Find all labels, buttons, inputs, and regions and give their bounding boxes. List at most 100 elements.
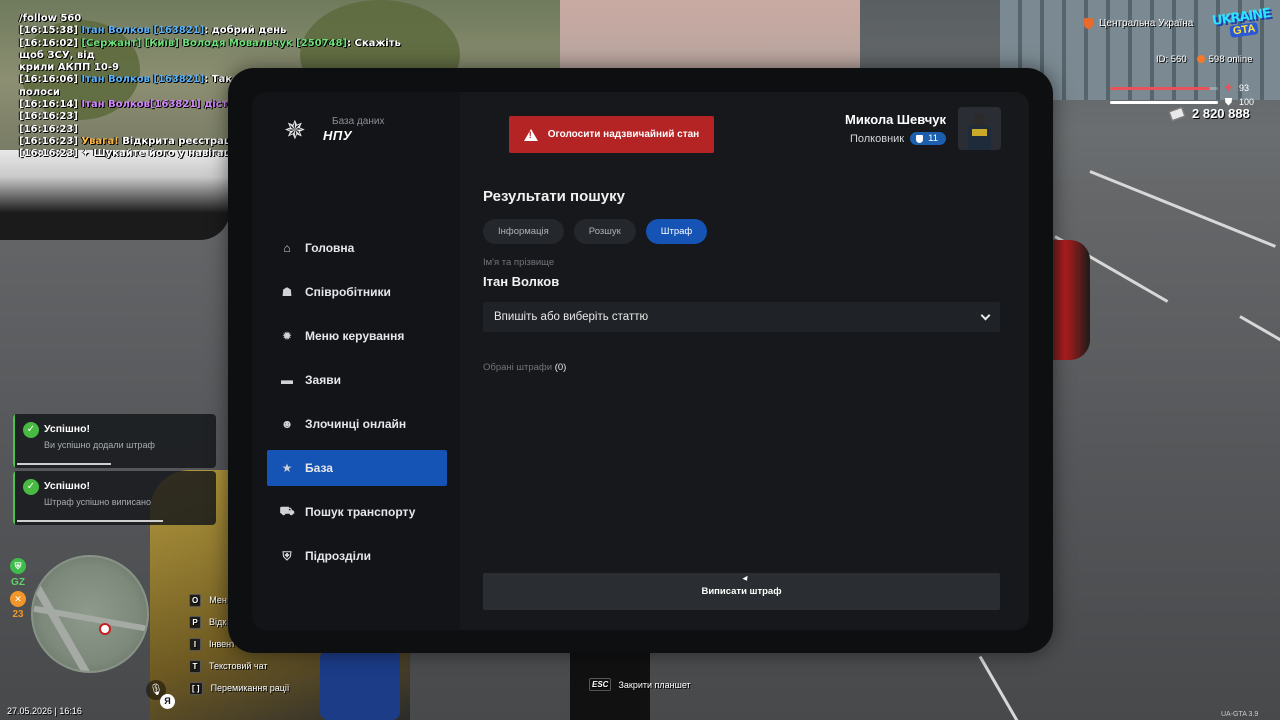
article-select[interactable]: Впишіть або виберіть статтю xyxy=(483,302,1000,332)
key-cap: P xyxy=(189,615,201,629)
shield-icon: ⛨ xyxy=(282,548,292,563)
region-name: Центральна Україна xyxy=(1099,18,1194,29)
brand-subtitle: База даних xyxy=(332,116,385,127)
sidebar-item-label: Заяви xyxy=(305,373,341,387)
server-logo: UKRAINE GTA xyxy=(1211,6,1271,40)
minimap-player-icon xyxy=(99,623,111,635)
health-row: ✚ 93 xyxy=(1110,81,1260,95)
gear-icon: ✹ xyxy=(281,329,293,343)
chat-segment: крили АКПП 10-9 xyxy=(19,62,119,74)
sidebar-item-staff[interactable]: ☗ Співробітники xyxy=(267,274,447,310)
key-cap: T xyxy=(189,659,201,673)
language-indicator: Я xyxy=(160,694,175,709)
chat-segment: Увага! xyxy=(81,135,123,147)
check-icon: ✓ xyxy=(23,479,39,495)
player-id: ID: 560 xyxy=(1156,54,1187,65)
mask-icon: ☻ xyxy=(280,417,294,431)
declare-emergency-button[interactable]: Оголосити надзвичайний стан xyxy=(509,116,714,153)
chevron-down-icon xyxy=(980,310,991,320)
id-online-line: ID: 560 598 online xyxy=(1156,54,1253,65)
key-cap: I xyxy=(189,637,201,651)
chat-segment: [16:16:23] xyxy=(19,135,82,147)
avatar-head xyxy=(974,114,985,126)
sidebar-item-units[interactable]: ⛨ Підрозділи xyxy=(267,538,447,574)
user-rank-row: Полковник 11 xyxy=(845,132,946,145)
tab-1[interactable]: Розшук xyxy=(573,219,636,244)
notification-title: Успішно! xyxy=(44,480,90,492)
sidebar-item-requests[interactable]: ▬ Заяви xyxy=(267,362,447,398)
sidebar-item-vehicles[interactable]: ⛟ Пошук транспорту xyxy=(267,494,447,530)
check-icon: ✓ xyxy=(23,422,39,438)
folder-icon: ▬ xyxy=(281,373,293,387)
armor-track xyxy=(1110,100,1218,104)
health-value: 93 xyxy=(1239,83,1250,93)
results-title: Результати пошуку xyxy=(483,188,625,205)
blue-object xyxy=(320,650,400,720)
notification-toast: ✓ Успішно! Штраф успішно виписано xyxy=(13,471,216,525)
shield-status-icon: ⛨ xyxy=(10,558,26,574)
chat-segment: [Сержант] [Київ] Володя Мовальчук [25074… xyxy=(81,37,347,49)
gz-label: GZ xyxy=(11,577,25,588)
side-status: ⛨ GZ ✕ 23 xyxy=(9,558,27,620)
sidebar-item-label: Пошук транспорту xyxy=(305,505,416,519)
notification-title: Успішно! xyxy=(44,423,90,435)
date-time: 27.05.2026 | 16:16 xyxy=(7,706,82,716)
logo-bottom-text: GTA xyxy=(1229,22,1260,38)
notification-toast: ✓ Успішно! Ви успішно додали штраф xyxy=(13,414,216,468)
key-cap: O xyxy=(189,593,202,607)
esc-hint: ESC Закрити планшет xyxy=(589,678,691,691)
selected-fines-label: Обрані штрафи xyxy=(483,362,553,373)
emergency-label: Оголосити надзвичайний стан xyxy=(547,129,700,140)
region-indicator: Центральна Україна xyxy=(1084,18,1193,29)
chat-segment: [16:15:38] xyxy=(19,25,82,37)
wanted-icon: ✕ xyxy=(10,591,26,607)
notification-progress xyxy=(17,463,111,465)
tab-0[interactable]: Інформація xyxy=(483,219,564,244)
sidebar-item-base[interactable]: ★ База xyxy=(267,450,447,486)
user-info: Микола Шевчук Полковник 11 xyxy=(845,112,946,145)
person-name: Ітан Волков xyxy=(483,274,560,289)
key-label: Мен xyxy=(209,595,227,605)
selected-fines-count: (0) xyxy=(554,362,567,373)
selected-fines: Обрані штрафи (0) xyxy=(483,362,1000,373)
name-label: Ім'я та прізвище xyxy=(483,257,555,268)
star-icon: ★ xyxy=(281,461,293,475)
tab-2[interactable]: Штраф xyxy=(645,219,708,244)
key-label: Текстовий чат xyxy=(209,661,268,671)
police-tablet: ✵ База даних НПУ ⌂ Головна ☗ Співробітники ✹… xyxy=(228,68,1053,653)
chat-segment: ✦ Шукайте його у навігації: xyxy=(81,148,246,160)
chat-line: [16:15:38] Ітан Волков [163821]: добрий … xyxy=(19,25,419,37)
sidebar-item-label: База xyxy=(305,461,333,475)
minimap[interactable] xyxy=(31,555,149,673)
chat-segment: [16:16:23] xyxy=(19,148,82,160)
users-icon: ☗ xyxy=(281,285,293,299)
brand-name: НПУ xyxy=(323,128,353,143)
chat-segment: Ітан Волков [163821] xyxy=(81,74,205,86)
notification-stripe xyxy=(13,414,15,468)
online-dot-icon xyxy=(1196,55,1205,63)
sidebar-item-home[interactable]: ⌂ Головна xyxy=(267,230,447,266)
tablet-sidebar: ✵ База даних НПУ ⌂ Головна ☗ Співробітники ✹… xyxy=(252,92,460,630)
money-amount: 2 820 888 xyxy=(1192,106,1250,121)
version-label: UA-GTA 3.9 xyxy=(1221,711,1259,718)
esc-key: ESC xyxy=(589,678,612,691)
sidebar-item-label: Злочинці онлайн xyxy=(305,417,407,431)
sidebar-item-control[interactable]: ✹ Меню керування xyxy=(267,318,447,354)
car-left xyxy=(0,150,230,240)
chat-segment: : добрий день xyxy=(204,25,287,37)
region-shield-icon xyxy=(1084,18,1093,29)
key-label: Відк xyxy=(209,617,227,627)
keybind-row: [ ] Перемикання рації xyxy=(189,677,289,699)
chat-segment: [16:16:23] xyxy=(19,123,78,135)
chat-segment: [16:16:06] xyxy=(19,74,82,86)
search-results: Результати пошуку Інформація Розшук Штраф … xyxy=(483,188,1000,373)
user-level-badge: 11 xyxy=(910,132,946,145)
article-select-placeholder: Впишіть або виберіть статтю xyxy=(494,311,649,323)
user-level: 11 xyxy=(928,133,938,144)
tablet-screen: ✵ База даних НПУ ⌂ Головна ☗ Співробітники ✹… xyxy=(252,92,1029,630)
chat-segment: [16:16:02] xyxy=(19,37,82,49)
sidebar-item-label: Меню керування xyxy=(305,329,405,343)
chat-segment: /follow 560 xyxy=(19,13,82,24)
notification-message: Штраф успішно виписано xyxy=(44,497,151,507)
sidebar-item-criminals[interactable]: ☻ Злочинці онлайн xyxy=(267,406,447,442)
